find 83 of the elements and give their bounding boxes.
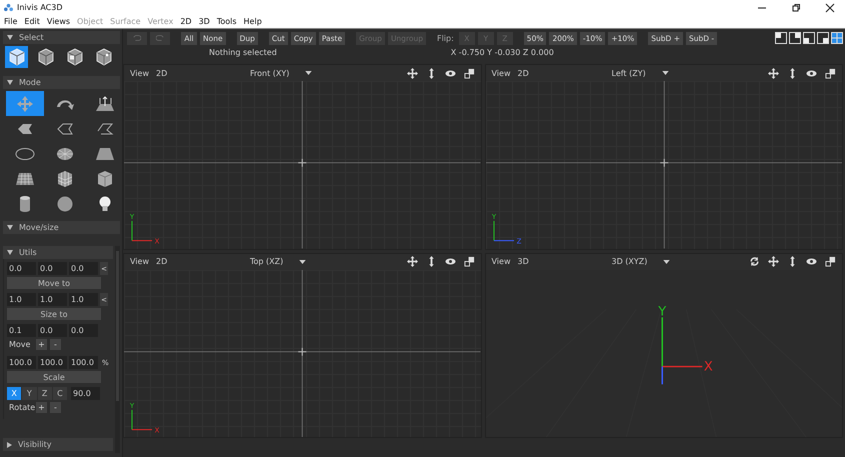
close-icon[interactable] — [825, 2, 835, 12]
dimension-label: 2D — [518, 68, 530, 78]
axis-toggle[interactable]: Y — [22, 387, 36, 400]
caret-icon — [305, 71, 312, 75]
view-menu[interactable]: View — [130, 257, 156, 266]
number-field[interactable]: 0.0 — [69, 262, 98, 275]
number-field[interactable]: 0.1 — [7, 324, 36, 337]
eye-icon[interactable] — [444, 256, 456, 267]
menu-item[interactable]: 3D — [198, 17, 210, 26]
menu-item[interactable]: Views — [46, 17, 70, 26]
menu-item[interactable]: Tools — [216, 17, 237, 26]
minus-button[interactable]: - — [50, 339, 61, 350]
maximize-icon[interactable] — [825, 256, 836, 267]
pan-arrows-icon[interactable] — [406, 68, 418, 78]
panel-header[interactable]: Visibility — [3, 438, 113, 451]
vertical-arrow-icon[interactable] — [787, 68, 798, 78]
window-title: Inivis AC3D — [17, 3, 62, 12]
axis-label: X — [703, 359, 712, 374]
selection-status: Nothing selected — [209, 48, 277, 56]
view-menu[interactable]: View — [130, 68, 156, 78]
number-field[interactable]: 0.0 — [7, 262, 36, 275]
caret-icon — [663, 260, 670, 264]
number-field[interactable]: 0.0 — [69, 324, 98, 337]
projection-dropdown[interactable]: 3D (XYZ) — [612, 257, 670, 266]
view-menu[interactable]: View — [492, 68, 518, 78]
caret-icon — [299, 260, 306, 264]
number-field[interactable]: 1.0 — [38, 293, 67, 306]
pan-arrows-icon[interactable] — [768, 256, 779, 267]
axis-toggle[interactable]: Z — [38, 387, 52, 400]
number-field[interactable]: 100.0 — [38, 356, 67, 369]
layout-icon[interactable] — [775, 32, 787, 44]
number-field[interactable]: 0.0 — [38, 324, 67, 337]
menu-item[interactable]: Edit — [24, 17, 40, 26]
menu-item[interactable]: Help — [244, 17, 262, 26]
cursor-coordinates: X -0.750 Y -0.030 Z 0.000 — [450, 48, 554, 56]
view-menu[interactable]: View — [492, 257, 518, 266]
rotate-label: Rotate — [8, 403, 33, 412]
dimension-label: 3D — [518, 257, 530, 266]
projection-dropdown[interactable]: Left (ZY) — [612, 68, 669, 78]
number-field[interactable]: 100.0 — [7, 356, 36, 369]
angle-field[interactable]: 90.0 — [71, 387, 100, 400]
vertical-arrow-icon[interactable] — [787, 256, 798, 267]
panel-header[interactable]: Select — [3, 31, 120, 44]
axis-toggle[interactable]: C — [52, 387, 67, 400]
undo-icon — [133, 34, 141, 42]
maximize-icon[interactable] — [464, 256, 474, 267]
number-field[interactable]: 0.0 — [38, 262, 67, 275]
pan-arrows-icon[interactable] — [406, 256, 418, 267]
maximize-icon[interactable] — [464, 68, 474, 78]
eye-icon[interactable] — [806, 68, 817, 78]
eye-icon[interactable] — [444, 68, 456, 78]
menu-item[interactable]: 2D — [180, 17, 192, 26]
projection-dropdown[interactable]: Front (XY) — [250, 68, 312, 78]
size-to-button[interactable]: Size to — [7, 308, 101, 320]
axis-label: Y — [658, 304, 666, 319]
plus-button[interactable]: + — [36, 339, 47, 350]
panel-header[interactable]: Utils — [3, 246, 113, 259]
dimension-label: 2D — [156, 257, 168, 266]
number-field[interactable]: 1.0 — [7, 293, 36, 306]
eye-icon[interactable] — [806, 256, 817, 267]
maximize-icon[interactable] — [825, 68, 836, 78]
restore-icon[interactable] — [791, 2, 801, 12]
number-field[interactable]: 100.0 — [69, 356, 98, 369]
minus-button[interactable]: - — [50, 402, 61, 413]
panel-header[interactable]: Mode — [3, 76, 120, 89]
layout-icon[interactable] — [817, 32, 829, 44]
plus-button[interactable]: + — [36, 402, 47, 413]
app-logo-icon — [3, 3, 14, 12]
move-to-button[interactable]: Move to — [7, 277, 101, 289]
move-label: Move — [8, 340, 32, 349]
redo-icon — [156, 34, 164, 42]
projection-dropdown[interactable]: Top (XZ) — [250, 257, 306, 266]
number-field[interactable]: 1.0 — [69, 293, 98, 306]
panel-header[interactable]: Move/size — [3, 221, 120, 234]
layout-icon[interactable] — [789, 32, 801, 44]
scale-button[interactable]: Scale — [7, 371, 101, 383]
menu-item[interactable]: File — [4, 17, 18, 26]
dimension-label: 2D — [156, 68, 168, 78]
layout-icon[interactable] — [803, 32, 815, 44]
refresh-icon[interactable] — [749, 256, 760, 267]
flip-label: Flip: — [436, 34, 454, 42]
pan-arrows-icon[interactable] — [768, 68, 779, 78]
caret-icon — [662, 71, 669, 75]
